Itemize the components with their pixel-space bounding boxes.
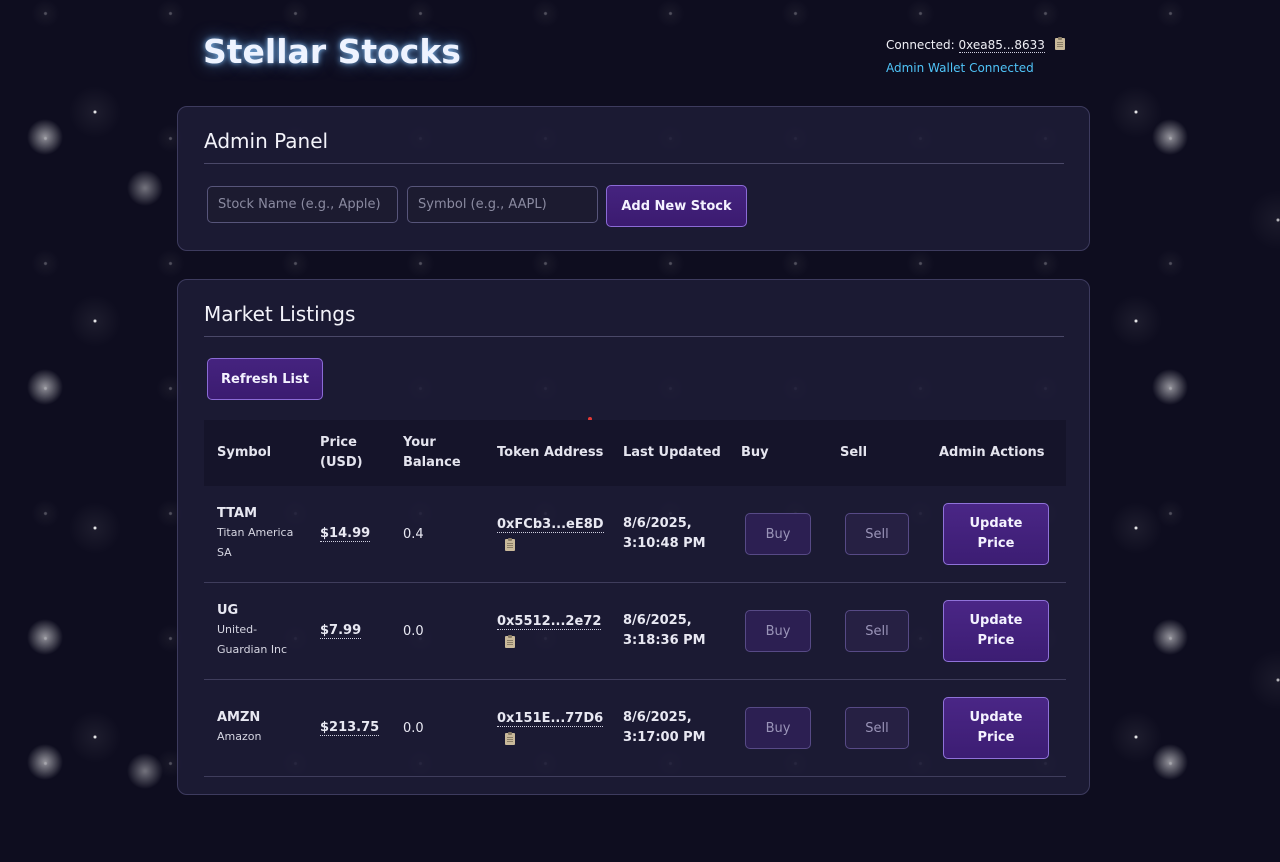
clipboard-icon[interactable] bbox=[1054, 37, 1065, 50]
sell-button[interactable]: Sell bbox=[845, 513, 909, 555]
stock-balance: 0.0 bbox=[403, 720, 424, 736]
updated-cell: 8/6/2025, 3:18:36 PM bbox=[623, 583, 713, 679]
table-row: AMZN Amazon $213.75 0.0 0x151E...77D6 8/… bbox=[204, 680, 1066, 777]
admin-status: Admin Wallet Connected bbox=[886, 61, 1034, 75]
update-price-button[interactable]: Update Price bbox=[943, 600, 1049, 662]
stock-name-input[interactable] bbox=[207, 186, 398, 223]
updated-cell: 8/6/2025, 3:10:48 PM bbox=[623, 486, 713, 582]
connected-label: Connected: bbox=[886, 38, 955, 52]
column-header-price: Price (USD) bbox=[320, 435, 363, 470]
column-header-token-address: Token Address bbox=[497, 445, 604, 460]
token-cell: 0x5512...2e72 bbox=[497, 583, 602, 679]
stock-price: $213.75 bbox=[320, 720, 380, 736]
clipboard-icon[interactable] bbox=[505, 732, 515, 745]
company-name: United-Guardian Inc bbox=[217, 623, 288, 656]
price-cell: $14.99 bbox=[320, 486, 371, 582]
admin-panel-title: Admin Panel bbox=[204, 129, 329, 153]
sell-button[interactable]: Sell bbox=[845, 707, 909, 749]
updated-cell: 8/6/2025, 3:17:00 PM bbox=[623, 680, 713, 776]
clipboard-icon[interactable] bbox=[505, 635, 515, 648]
refresh-list-button[interactable]: Refresh List bbox=[207, 358, 323, 400]
divider bbox=[204, 336, 1064, 337]
balance-cell: 0.0 bbox=[403, 583, 424, 679]
stock-balance: 0.0 bbox=[403, 623, 424, 639]
token-address[interactable]: 0x151E...77D6 bbox=[497, 711, 604, 727]
last-updated: 8/6/2025, 3:17:00 PM bbox=[623, 710, 706, 745]
price-cell: $213.75 bbox=[320, 680, 380, 776]
stock-price: $14.99 bbox=[320, 526, 371, 542]
wallet-connection: Connected: 0xea85...8633 bbox=[886, 37, 1065, 53]
company-name: Titan America SA bbox=[217, 526, 294, 559]
app-header: Stellar Stocks Connected: 0xea85...8633 … bbox=[0, 0, 1280, 100]
clipboard-icon[interactable] bbox=[505, 538, 515, 551]
add-stock-button[interactable]: Add New Stock bbox=[606, 185, 747, 227]
stocks-table: Symbol Price (USD) Your Balance Token Ad… bbox=[204, 420, 1066, 777]
last-updated: 8/6/2025, 3:18:36 PM bbox=[623, 613, 706, 648]
symbol-cell: AMZN Amazon bbox=[217, 680, 299, 776]
stock-price: $7.99 bbox=[320, 623, 362, 639]
update-price-button[interactable]: Update Price bbox=[943, 503, 1049, 565]
sell-button[interactable]: Sell bbox=[845, 610, 909, 652]
divider bbox=[204, 163, 1064, 164]
buy-button[interactable]: Buy bbox=[745, 707, 811, 749]
column-header-last-updated: Last Updated bbox=[623, 445, 721, 460]
company-name: Amazon bbox=[217, 730, 262, 743]
app-title: Stellar Stocks bbox=[203, 32, 461, 71]
balance-cell: 0.4 bbox=[403, 486, 424, 582]
symbol-cell: TTAM Titan America SA bbox=[217, 486, 299, 582]
market-listings-title: Market Listings bbox=[204, 302, 356, 326]
token-cell: 0xFCb3...eE8D bbox=[497, 486, 604, 582]
table-row: UG United-Guardian Inc $7.99 0.0 0x5512.… bbox=[204, 583, 1066, 680]
price-cell: $7.99 bbox=[320, 583, 362, 679]
table-header: Symbol Price (USD) Your Balance Token Ad… bbox=[204, 420, 1066, 486]
admin-panel: Admin Panel Add New Stock bbox=[177, 106, 1090, 251]
wallet-address[interactable]: 0xea85...8633 bbox=[958, 38, 1045, 53]
column-header-sell: Sell bbox=[840, 445, 868, 460]
buy-button[interactable]: Buy bbox=[745, 513, 811, 555]
stock-symbol: TTAM bbox=[217, 506, 258, 521]
table-row: TTAM Titan America SA $14.99 0.4 0xFCb3.… bbox=[204, 486, 1066, 583]
column-header-admin-actions: Admin Actions bbox=[939, 445, 1045, 460]
token-address[interactable]: 0xFCb3...eE8D bbox=[497, 517, 604, 533]
column-header-buy: Buy bbox=[741, 445, 769, 460]
symbol-input[interactable] bbox=[407, 186, 598, 223]
token-address[interactable]: 0x5512...2e72 bbox=[497, 614, 602, 630]
symbol-cell: UG United-Guardian Inc bbox=[217, 583, 299, 679]
update-price-button[interactable]: Update Price bbox=[943, 697, 1049, 759]
column-header-balance: Your Balance bbox=[403, 435, 461, 470]
balance-cell: 0.0 bbox=[403, 680, 424, 776]
token-cell: 0x151E...77D6 bbox=[497, 680, 604, 776]
buy-button[interactable]: Buy bbox=[745, 610, 811, 652]
stock-symbol: UG bbox=[217, 603, 239, 618]
last-updated: 8/6/2025, 3:10:48 PM bbox=[623, 516, 706, 551]
stock-symbol: AMZN bbox=[217, 710, 261, 725]
stock-balance: 0.4 bbox=[403, 526, 424, 542]
column-header-symbol: Symbol bbox=[217, 445, 272, 460]
market-listings-panel: Market Listings Refresh List Symbol Pric… bbox=[177, 279, 1090, 795]
